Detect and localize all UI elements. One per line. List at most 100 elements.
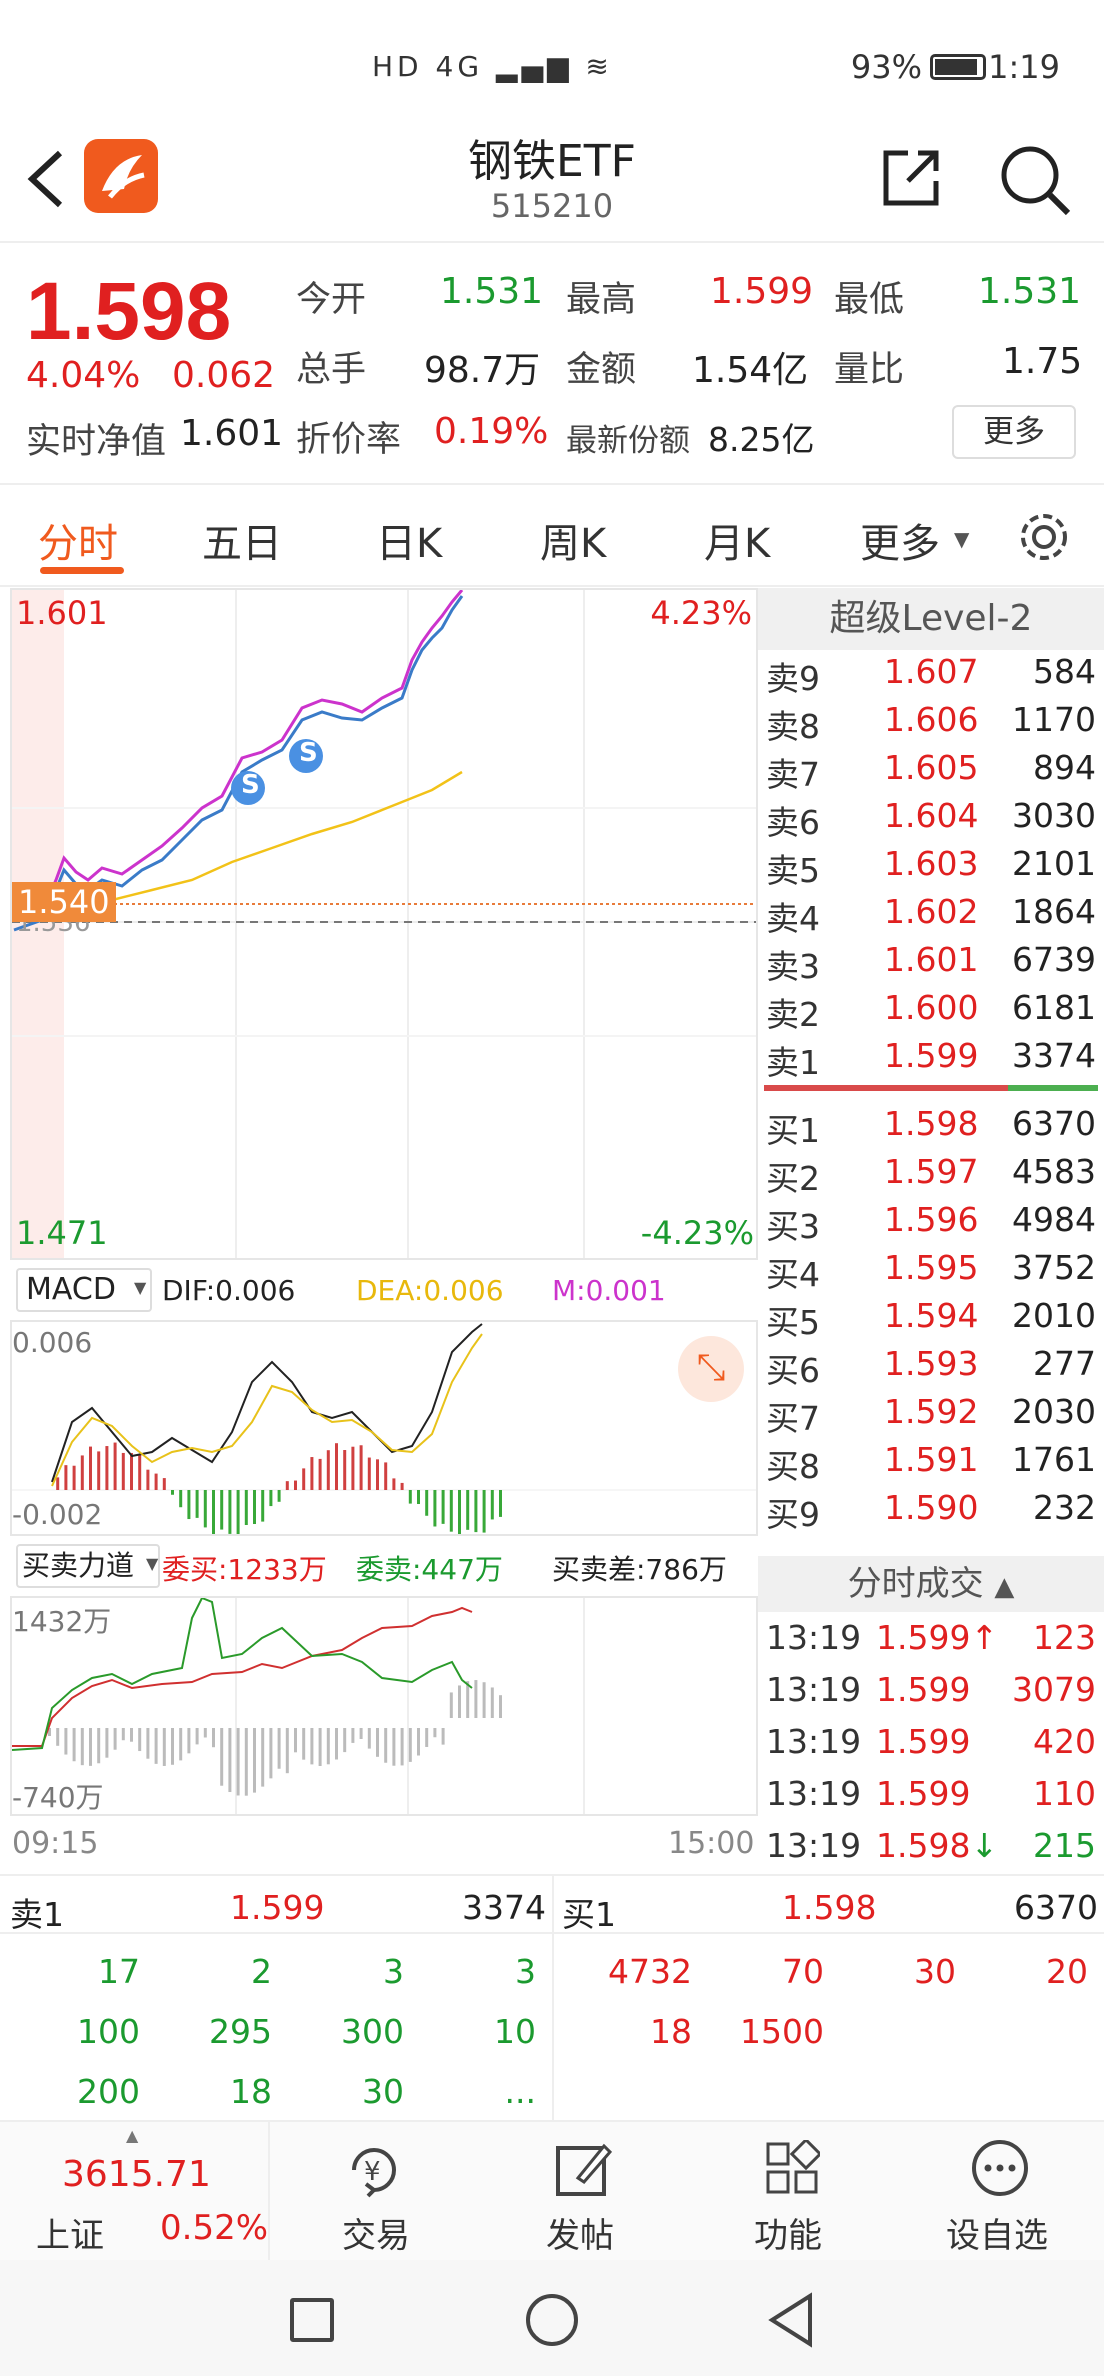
bid-row[interactable]: 买7 1.592 2030 (766, 1392, 1096, 1440)
gear-icon[interactable] (1016, 509, 1072, 565)
tab-monthly-k[interactable]: 月K (704, 511, 770, 569)
ask-row-label: 卖8 (766, 707, 820, 746)
level2-panel: 超级Level-2 卖9 1.607 584 卖8 1.606 1170 卖7 1.605 89… (758, 588, 1104, 1874)
macd-bar (310, 1457, 314, 1490)
sell-queue-price: 1.599 (230, 1888, 325, 1927)
flow-bar (212, 1728, 215, 1748)
ask-row[interactable]: 卖5 1.603 2101 (766, 844, 1096, 892)
trade-button[interactable]: ¥ 交易 (292, 2122, 460, 2262)
macd-bar (121, 1452, 125, 1490)
share-icon[interactable] (878, 145, 944, 211)
ask-row-volume: 6739 (1012, 940, 1096, 979)
flow-bar (56, 1728, 60, 1746)
ask-row-label: 卖1 (766, 1043, 820, 1082)
bid-row-label: 买2 (766, 1159, 820, 1198)
queue-cell: 2 (251, 1952, 272, 1991)
ask-row[interactable]: 卖9 1.607 584 (766, 652, 1096, 700)
home-icon[interactable] (526, 2294, 578, 2346)
ask-row[interactable]: 卖7 1.605 894 (766, 748, 1096, 796)
bid-row-volume: 2010 (1012, 1296, 1096, 1335)
shares-value: 8.25亿 (708, 420, 815, 459)
bid-row[interactable]: 买5 1.594 2010 (766, 1296, 1096, 1344)
macd-bar (203, 1490, 207, 1528)
flow-bar (400, 1728, 404, 1766)
flow-top: 1432万 (12, 1605, 112, 1638)
sell-marker-icon[interactable]: S (241, 770, 260, 800)
tab-intraday[interactable]: 分时 (38, 511, 118, 569)
macd-bar (89, 1446, 92, 1490)
time-start: 09:15 (12, 1826, 99, 1861)
bid-row[interactable]: 买9 1.590 232 (766, 1488, 1096, 1536)
ask-row-label: 卖2 (766, 995, 820, 1034)
search-icon[interactable] (998, 143, 1072, 217)
order-queues: 卖1 1.599 3374 买1 1.598 6370 17 2 3 3 100 295 3… (0, 1874, 1104, 2120)
macd-bar (408, 1490, 412, 1504)
high-label: 最高 (566, 280, 637, 320)
queue-cell: 30 (914, 1952, 956, 1991)
macd-bar (326, 1450, 330, 1490)
ask-row-volume: 6181 (1012, 988, 1096, 1027)
ask-row[interactable]: 卖6 1.604 3030 (766, 796, 1096, 844)
flow-bar (441, 1728, 445, 1745)
tab-more[interactable]: 更多 (860, 511, 940, 569)
trade-time: 13:19 (766, 1722, 862, 1761)
grid-icon (766, 2140, 820, 2194)
flow-bar (408, 1728, 412, 1762)
flow-bar (425, 1728, 429, 1747)
macd-bar (359, 1445, 363, 1490)
bid-row-volume: 2030 (1012, 1392, 1096, 1431)
function-label: 功能 (754, 2216, 822, 2256)
flow-bar (310, 1728, 314, 1765)
flow-chart[interactable]: 1432万 -740万 (10, 1596, 758, 1816)
macd-selector[interactable]: MACD (16, 1268, 152, 1312)
high-value: 1.599 (710, 271, 814, 312)
ask-row[interactable]: 卖4 1.602 1864 (766, 892, 1096, 940)
ask-row[interactable]: 卖8 1.606 1170 (766, 700, 1096, 748)
tab-five-day[interactable]: 五日 (202, 511, 282, 569)
sell-marker-icon[interactable]: S (299, 738, 318, 768)
recent-apps-icon[interactable] (290, 2298, 334, 2342)
trade-price: 1.598↓ (876, 1826, 999, 1865)
bid-row[interactable]: 买3 1.596 4984 (766, 1200, 1096, 1248)
function-button[interactable]: 功能 (708, 2122, 876, 2262)
amount-value: 1.54亿 (692, 350, 809, 391)
post-button[interactable]: 发帖 (500, 2122, 668, 2262)
ask-row-label: 卖3 (766, 947, 820, 986)
ratio-value: 1.75 (1002, 341, 1083, 382)
ask-row[interactable]: 卖2 1.600 6181 (766, 988, 1096, 1036)
flow-bar (482, 1682, 486, 1718)
ask-row[interactable]: 卖1 1.599 3374 (766, 1036, 1096, 1084)
back-nav-icon[interactable] (766, 2292, 816, 2348)
intraday-chart[interactable]: S S 1.601 4.23% 1.536 1.540 1.471 -4.23% (10, 588, 758, 1260)
bid-row[interactable]: 买2 1.597 4583 (766, 1152, 1096, 1200)
ask-row-label: 卖6 (766, 803, 820, 842)
queue-cell: 17 (98, 1952, 140, 1991)
queue-cell: 100 (77, 2012, 140, 2051)
tab-weekly-k[interactable]: 周K (540, 511, 606, 569)
ask-row[interactable]: 卖3 1.601 6739 (766, 940, 1096, 988)
bid-row[interactable]: 买8 1.591 1761 (766, 1440, 1096, 1488)
shares-label: 最新份额 (566, 423, 690, 459)
bid-row[interactable]: 买1 1.598 6370 (766, 1104, 1096, 1152)
bid-row[interactable]: 买6 1.593 277 (766, 1344, 1096, 1392)
flow-selector[interactable]: 买卖力道 (16, 1544, 160, 1588)
discount-value: 0.19% (434, 411, 549, 452)
trades-title[interactable]: 分时成交 ▲ (758, 1556, 1104, 1612)
bid-row[interactable]: 买4 1.595 3752 (766, 1248, 1096, 1296)
discount-label: 折价率 (296, 420, 402, 460)
flow-bar (326, 1728, 330, 1765)
flow-bar (499, 1695, 502, 1718)
macd-chart[interactable]: 0.006 -0.002 ⤡ (10, 1320, 758, 1536)
macd-bar (343, 1450, 347, 1490)
macd-bar (269, 1490, 273, 1507)
tab-daily-k[interactable]: 日K (376, 511, 442, 569)
flow-bar (376, 1728, 379, 1757)
expand-icon[interactable]: ⤡ (678, 1336, 744, 1402)
level2-title[interactable]: 超级Level-2 (758, 588, 1104, 650)
index-widget[interactable]: ▲ 3615.71 上证 0.52% (0, 2122, 270, 2262)
flow-bar (294, 1728, 297, 1753)
bid-row-price: 1.591 (884, 1440, 979, 1479)
more-button[interactable]: 更多 (952, 405, 1076, 459)
add-favorite-button[interactable]: 设自选 (916, 2122, 1084, 2262)
flow-diff: 买卖差:786万 (552, 1553, 727, 1586)
